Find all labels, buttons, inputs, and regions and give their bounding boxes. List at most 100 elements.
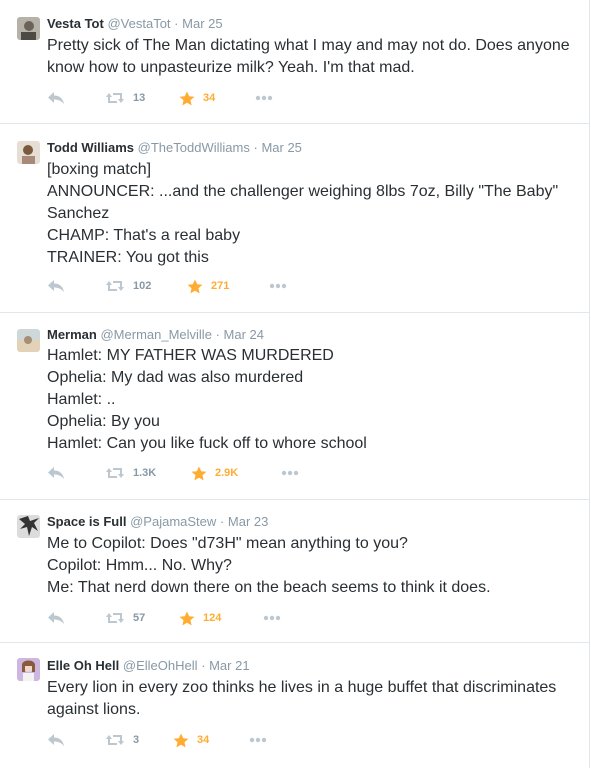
tweet-line: CHAMP: That's a real baby: [47, 227, 241, 244]
avatar[interactable]: [17, 141, 40, 164]
favorite-count: 34: [197, 734, 210, 746]
tweet-line: Copilot: Hmm... No. Why?: [47, 557, 232, 574]
more-dots-icon: [249, 737, 267, 743]
author-handle[interactable]: @VestaTot: [107, 16, 170, 31]
tweet-text: [boxing match] ANNOUNCER: ...and the cha…: [47, 159, 577, 269]
tweet-actions: 1.3K 2.9K: [47, 463, 347, 483]
retweet-count: 102: [133, 280, 152, 292]
more-dots-icon: [269, 283, 287, 289]
more-button[interactable]: [255, 88, 273, 108]
tweet-actions: 102 271: [47, 276, 347, 296]
tweet-line: ANNOUNCER: ...and the challenger weighin…: [47, 183, 559, 200]
retweet-icon: [106, 613, 124, 623]
tweet-actions: 57 124: [47, 608, 347, 628]
avatar[interactable]: [17, 658, 40, 681]
retweet-icon: [106, 93, 124, 103]
favorite-button[interactable]: 271: [187, 276, 229, 296]
tweet: Todd Williams @TheToddWilliams · Mar 25 …: [0, 124, 590, 313]
reply-button[interactable]: [47, 276, 65, 296]
header-separator: ·: [201, 658, 206, 673]
retweet-button[interactable]: 13: [105, 88, 145, 108]
retweet-icon: [106, 281, 124, 291]
reply-button[interactable]: [47, 608, 65, 628]
retweet-button[interactable]: 57: [105, 608, 145, 628]
retweet-icon: [106, 735, 124, 745]
header-separator: ·: [253, 140, 258, 155]
tweet-text: Hamlet: MY FATHER WAS MURDERED Ophelia: …: [47, 345, 577, 455]
favorite-button[interactable]: 124: [179, 608, 221, 628]
favorite-count: 271: [211, 280, 230, 292]
header-separator: ·: [174, 16, 179, 31]
avatar[interactable]: [17, 17, 40, 40]
reply-button[interactable]: [47, 463, 65, 483]
more-dots-icon: [281, 470, 299, 476]
tweet-line: Hamlet: Can you like fuck off to whore s…: [47, 435, 367, 452]
author-name[interactable]: Vesta Tot: [47, 16, 104, 31]
retweet-count: 57: [133, 612, 146, 624]
star-icon: [173, 733, 189, 747]
tweet-line: [boxing match]: [47, 161, 152, 178]
tweet-line: Me to Copilot: Does "d73H" mean anything…: [47, 535, 408, 552]
reply-button[interactable]: [47, 730, 65, 750]
tweet-text: Every lion in every zoo thinks he lives …: [47, 677, 577, 721]
tweet-line: against lions.: [47, 701, 141, 718]
retweet-count: 13: [133, 92, 146, 104]
more-button[interactable]: [269, 276, 287, 296]
more-button[interactable]: [263, 608, 281, 628]
tweet-timestamp[interactable]: Mar 25: [182, 16, 222, 31]
tweet-timeline: Vesta Tot @VestaTot · Mar 25 Pretty sick…: [0, 0, 590, 768]
author-name[interactable]: Elle Oh Hell: [47, 658, 119, 673]
avatar[interactable]: [17, 515, 40, 538]
star-icon: [191, 466, 207, 480]
tweet-line: know how to unpasteurize milk? Yeah. I'm…: [47, 59, 415, 76]
tweet: Merman @Merman_Melville · Mar 24 Hamlet:…: [0, 313, 590, 500]
tweet-line: Hamlet: MY FATHER WAS MURDERED: [47, 347, 334, 364]
tweet-actions: 13 34: [47, 88, 347, 108]
tweet-line: Every lion in every zoo thinks he lives …: [47, 679, 557, 696]
tweet-line: Me: That nerd down there on the beach se…: [47, 579, 491, 596]
retweet-count: 1.3K: [133, 467, 157, 479]
author-handle[interactable]: @PajamaStew: [130, 514, 216, 529]
tweet-timestamp[interactable]: Mar 21: [209, 658, 249, 673]
tweet-line: Ophelia: My dad was also murdered: [47, 369, 304, 386]
author-name[interactable]: Merman: [47, 327, 97, 342]
tweet-line: Hamlet: ..: [47, 391, 116, 408]
author-handle[interactable]: @ElleOhHell: [123, 658, 198, 673]
author-handle[interactable]: @TheToddWilliams: [138, 140, 250, 155]
more-button[interactable]: [249, 730, 267, 750]
more-button[interactable]: [281, 463, 299, 483]
retweet-count: 3: [133, 734, 140, 746]
retweet-button[interactable]: 102: [105, 276, 151, 296]
tweet: Vesta Tot @VestaTot · Mar 25 Pretty sick…: [0, 0, 590, 124]
author-name[interactable]: Todd Williams: [47, 140, 134, 155]
retweet-button[interactable]: 1.3K: [105, 463, 156, 483]
author-handle[interactable]: @Merman_Melville: [100, 327, 211, 342]
reply-arrow-icon: [48, 612, 64, 624]
favorite-button[interactable]: 34: [179, 88, 215, 108]
avatar[interactable]: [17, 329, 40, 352]
tweet-line: Pretty sick of The Man dictating what I …: [47, 37, 570, 54]
tweet-timestamp[interactable]: Mar 23: [228, 514, 268, 529]
reply-button[interactable]: [47, 88, 65, 108]
favorite-button[interactable]: 34: [173, 730, 209, 750]
retweet-icon: [106, 468, 124, 478]
tweet-line: Sanchez: [47, 205, 110, 222]
tweet-timestamp[interactable]: Mar 24: [224, 327, 264, 342]
reply-arrow-icon: [48, 734, 64, 746]
header-separator: ·: [219, 514, 225, 529]
retweet-button[interactable]: 3: [105, 730, 139, 750]
star-icon: [187, 279, 203, 293]
tweet-line: Ophelia: By you: [47, 413, 160, 430]
tweet-timestamp[interactable]: Mar 25: [261, 140, 301, 155]
star-icon: [179, 91, 195, 105]
favorite-count: 34: [203, 92, 216, 104]
reply-arrow-icon: [48, 467, 64, 479]
tweet: Elle Oh Hell @ElleOhHell · Mar 21 Every …: [0, 643, 590, 768]
reply-arrow-icon: [48, 92, 64, 104]
more-dots-icon: [255, 95, 273, 101]
header-separator: ·: [215, 327, 220, 342]
more-dots-icon: [263, 615, 281, 621]
favorite-button[interactable]: 2.9K: [191, 463, 238, 483]
author-name[interactable]: Space is Full: [47, 514, 126, 529]
reply-arrow-icon: [48, 280, 64, 292]
